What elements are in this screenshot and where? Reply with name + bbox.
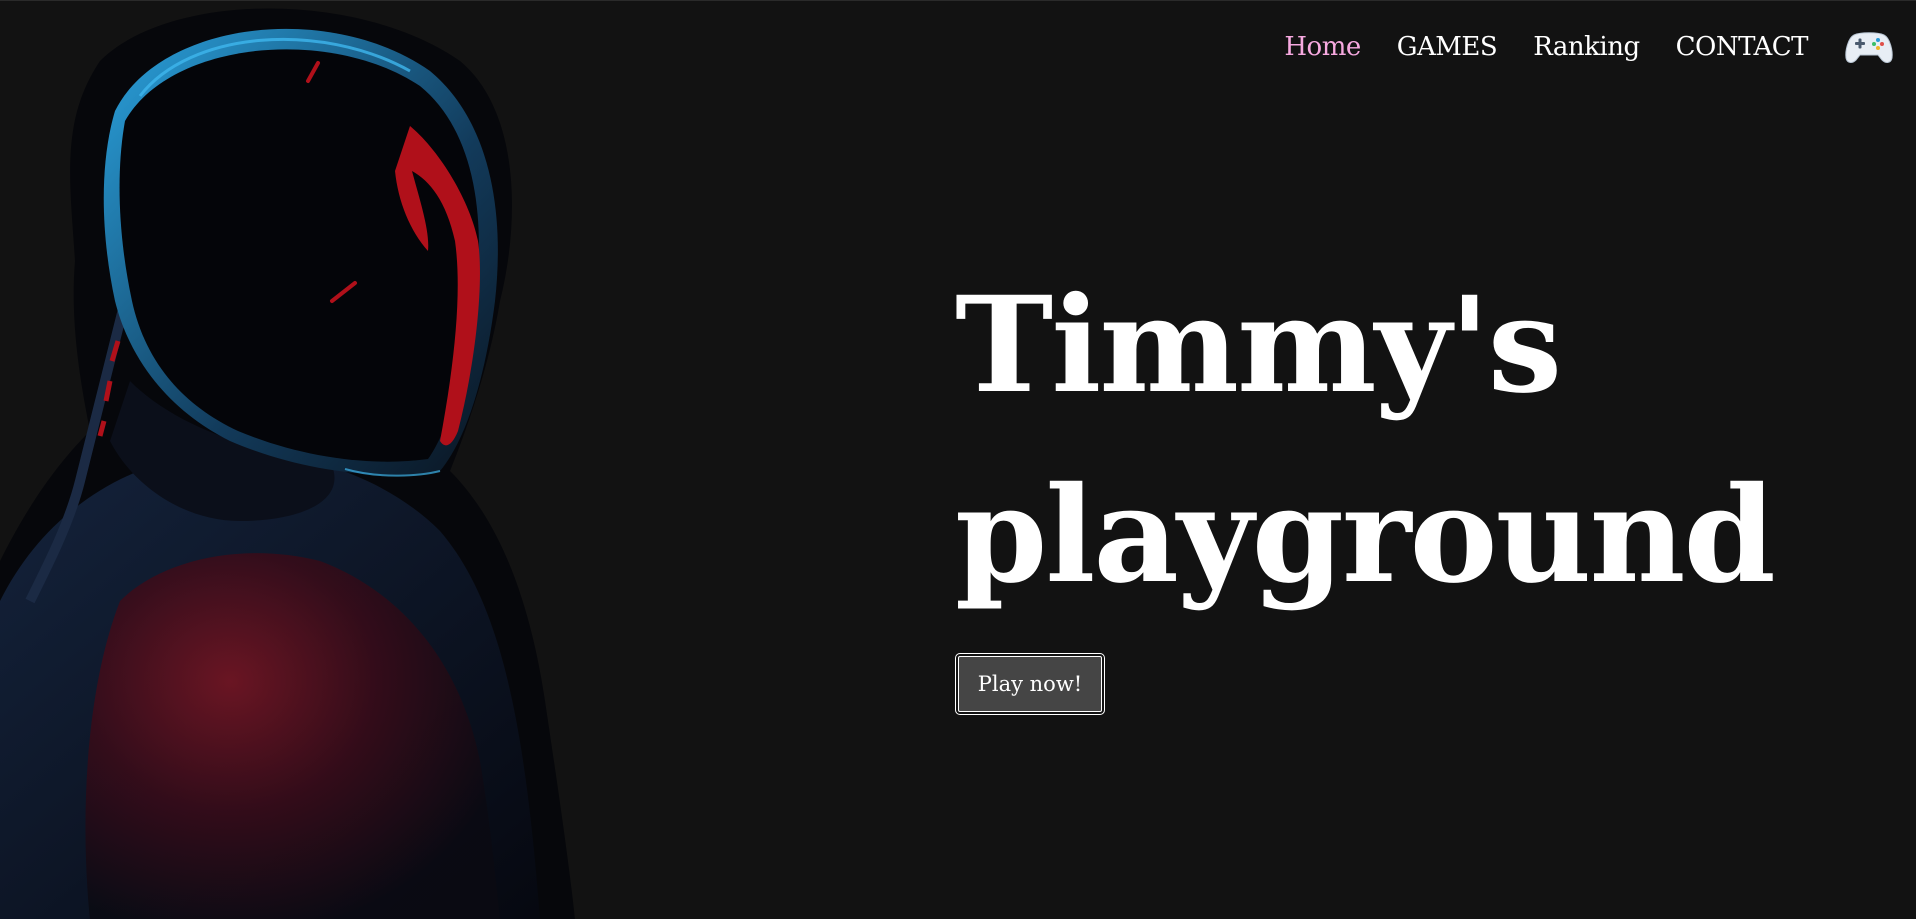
main-nav: Home GAMES Ranking CONTACT <box>1284 27 1894 67</box>
nav-link-contact[interactable]: CONTACT <box>1676 27 1809 67</box>
nav-link-home[interactable]: Home <box>1284 27 1361 67</box>
page: Home GAMES Ranking CONTACT Timmy's playg… <box>0 0 1916 919</box>
play-now-button[interactable]: Play now! <box>955 653 1105 715</box>
nav-link-games[interactable]: GAMES <box>1397 27 1498 67</box>
hero-figure-image <box>0 8 575 919</box>
gamepad-icon[interactable] <box>1844 27 1894 67</box>
hero-title-line-1: Timmy's <box>955 268 1562 423</box>
nav-link-ranking[interactable]: Ranking <box>1533 27 1640 67</box>
hero-title: Timmy's playground <box>955 251 1776 631</box>
hero-title-line-2: playground <box>955 458 1776 613</box>
